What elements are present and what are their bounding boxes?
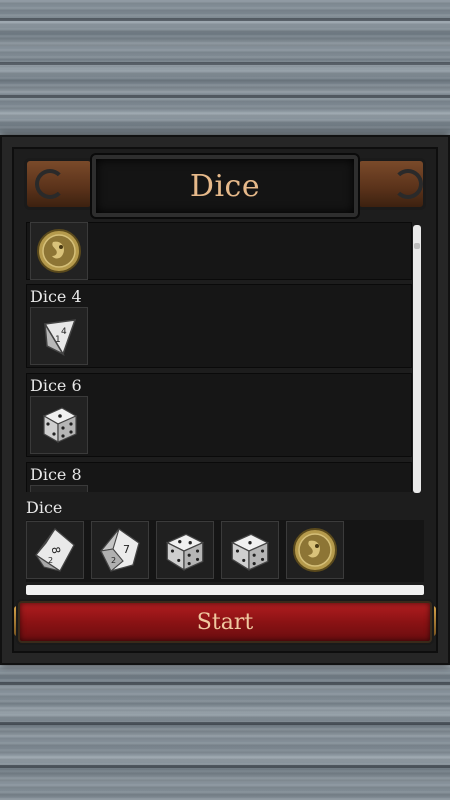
list-item-label: Dice 6 xyxy=(30,376,82,395)
scrollbar-thumb[interactable] xyxy=(414,243,420,249)
list-item-label: Dice 4 xyxy=(30,287,82,306)
svg-text:1: 1 xyxy=(55,335,61,345)
list-item-dice-6[interactable]: Dice 6 xyxy=(26,373,412,457)
tray-slot-4[interactable] xyxy=(221,521,279,579)
d6-die-icon xyxy=(165,533,205,571)
tray-slot-5[interactable] xyxy=(286,521,344,579)
svg-text:7: 7 xyxy=(123,543,130,556)
d8-die-icon: 8 2 xyxy=(35,528,75,572)
progress-bar xyxy=(26,585,424,595)
start-button-label: Start xyxy=(196,609,254,635)
svg-text:2: 2 xyxy=(111,556,116,565)
title-ornament-left xyxy=(24,158,94,210)
tray-slot-3[interactable] xyxy=(156,521,214,579)
dice-list-scrollbar[interactable] xyxy=(413,225,421,493)
list-item-coin[interactable] xyxy=(26,222,412,280)
svg-text:4: 4 xyxy=(61,327,67,337)
title-box: Dice xyxy=(92,155,358,217)
coin-icon xyxy=(293,528,337,572)
dice-tray: 8 2 7 2 xyxy=(26,520,424,582)
page-title: Dice xyxy=(189,168,261,204)
start-button[interactable]: Start xyxy=(18,601,432,643)
svg-text:2: 2 xyxy=(48,556,53,565)
list-item-dice-8[interactable]: Dice 8 xyxy=(26,462,412,492)
d4-die-icon: 4 1 xyxy=(30,307,88,365)
title-ornament-right xyxy=(356,158,426,210)
list-item-dice-4[interactable]: Dice 4 4 1 xyxy=(26,284,412,368)
tray-label: Dice xyxy=(26,498,63,517)
dice-list[interactable]: Dice 4 4 1 Dice 6 Dice 8 xyxy=(26,222,412,492)
list-item-label: Dice 8 xyxy=(30,465,82,484)
d6-die-icon xyxy=(30,396,88,454)
tray-slot-1[interactable]: 8 2 xyxy=(26,521,84,579)
d6-die-icon xyxy=(230,533,270,571)
d8-die-icon xyxy=(30,485,88,492)
tray-slot-2[interactable]: 7 2 xyxy=(91,521,149,579)
coin-icon xyxy=(30,222,88,280)
d10-die-icon: 7 2 xyxy=(99,528,140,572)
